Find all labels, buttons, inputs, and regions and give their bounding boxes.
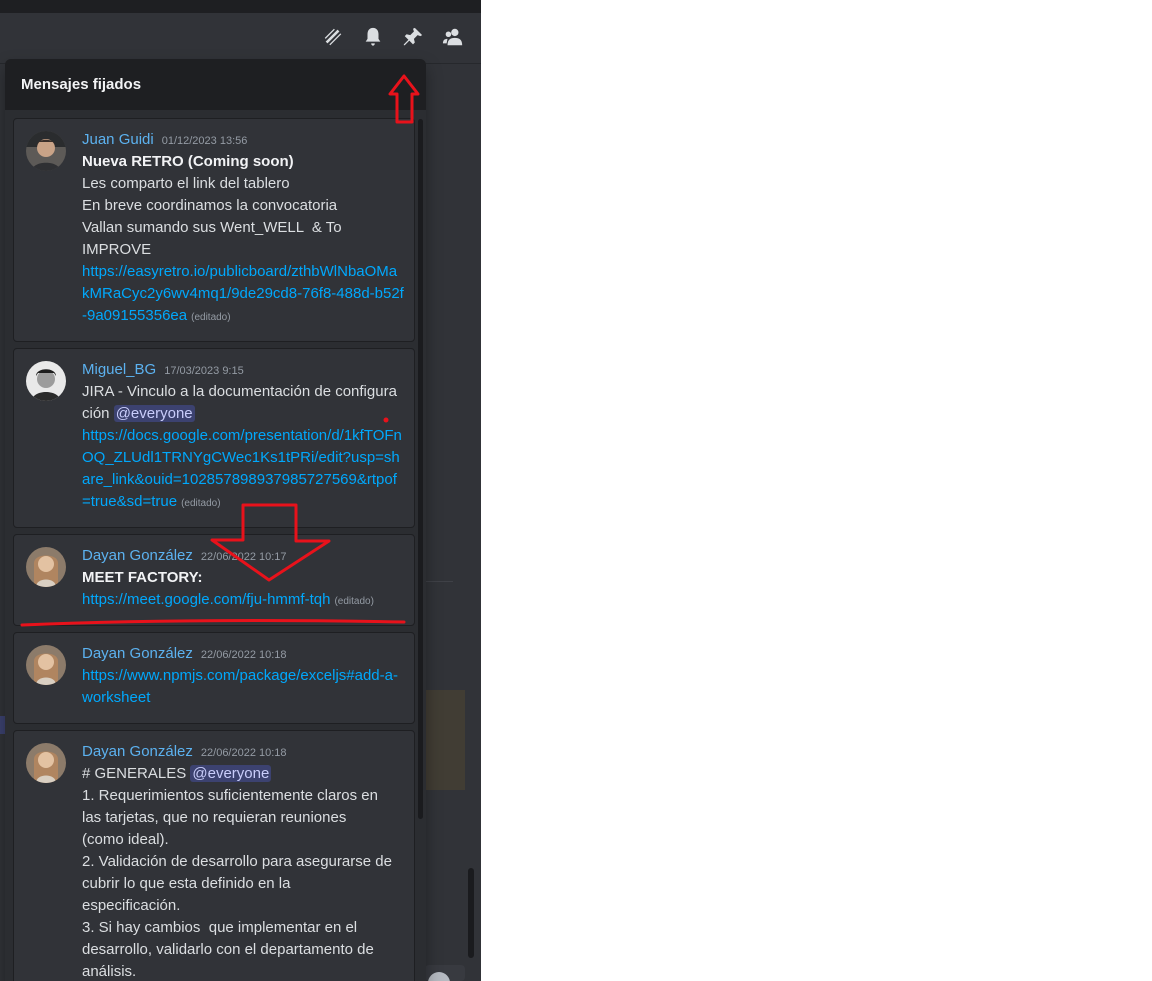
everyone-mention[interactable]: @everyone bbox=[113, 405, 195, 422]
message-link[interactable]: https://docs.google.com/presentation/d/1… bbox=[82, 427, 402, 510]
timestamp: 17/03/2023 9:15 bbox=[164, 365, 244, 377]
message-line: las tarjetas, que no requieran reuniones bbox=[82, 809, 347, 826]
message-line: (como ideal). bbox=[82, 831, 169, 848]
timestamp: 22/06/2022 10:18 bbox=[200, 649, 287, 661]
highlighted-message-bg bbox=[425, 690, 465, 790]
discord-window: Mensajes fijados Juan Guidi 01/12/2023 13… bbox=[0, 0, 481, 981]
pinned-message[interactable]: Miguel_BG 17/03/2023 9:15 JIRA - Vinculo … bbox=[13, 348, 415, 528]
pinned-message[interactable]: Dayan González 22/06/2022 10:18 # GENERAL… bbox=[13, 730, 415, 981]
message-link[interactable]: https://easyretro.io/publicboard/zthbWlN… bbox=[82, 263, 404, 324]
members-icon[interactable] bbox=[440, 24, 466, 50]
message-content: Dayan González 22/06/2022 10:18 https://w… bbox=[82, 645, 404, 709]
message-line: especificación. bbox=[82, 897, 181, 914]
edited-label: (editado) bbox=[334, 596, 374, 607]
message-line: 3. Si hay cambios que implementar en el bbox=[82, 919, 358, 936]
message-content: Miguel_BG 17/03/2023 9:15 JIRA - Vinculo … bbox=[82, 361, 404, 513]
pinned-message[interactable]: Juan Guidi 01/12/2023 13:56 Nueva RETRO (… bbox=[13, 118, 415, 342]
timestamp: 22/06/2022 10:17 bbox=[200, 551, 287, 563]
message-line: Les comparto el link del tablero bbox=[82, 175, 290, 192]
message-content: Dayan González 22/06/2022 10:17 MEET FACT… bbox=[82, 547, 404, 611]
popout-scrollbar[interactable] bbox=[418, 119, 423, 819]
chat-scrollbar[interactable] bbox=[468, 868, 474, 958]
popout-header: Mensajes fijados bbox=[5, 59, 426, 110]
author-name[interactable]: Miguel_BG bbox=[82, 361, 156, 378]
author-name[interactable]: Dayan González bbox=[82, 743, 193, 760]
edited-label: (editado) bbox=[181, 498, 221, 509]
avatar[interactable] bbox=[26, 645, 66, 685]
everyone-mention[interactable]: @everyone bbox=[190, 765, 272, 782]
message-line: En breve coordinamos la convocatoria bbox=[82, 197, 338, 214]
message-text: # GENERALES @everyone bbox=[82, 763, 404, 785]
timestamp: 22/06/2022 10:18 bbox=[200, 747, 287, 759]
author-name[interactable]: Juan Guidi bbox=[82, 131, 154, 148]
message-content: Dayan González 22/06/2022 10:18 # GENERAL… bbox=[82, 743, 404, 981]
author-name[interactable]: Dayan González bbox=[82, 645, 193, 662]
message-link[interactable]: https://www.npmjs.com/package/exceljs#ad… bbox=[82, 667, 398, 706]
message-line: 1. Requerimientos suficientemente claros… bbox=[82, 787, 378, 804]
message-line: análisis. bbox=[82, 963, 137, 980]
edited-label: (editado) bbox=[191, 312, 231, 323]
pinned-message[interactable]: Dayan González 22/06/2022 10:18 https://w… bbox=[13, 632, 415, 724]
message-line: 2. Validación de desarrollo para asegura… bbox=[82, 853, 392, 870]
chat-divider bbox=[425, 581, 453, 582]
bell-icon[interactable] bbox=[360, 24, 386, 50]
message-content: Juan Guidi 01/12/2023 13:56 Nueva RETRO (… bbox=[82, 131, 404, 327]
message-text: JIRA - Vinculo a la documentación de con… bbox=[82, 381, 404, 425]
pinned-message[interactable]: Dayan González 22/06/2022 10:17 MEET FACT… bbox=[13, 534, 415, 626]
timestamp: 01/12/2023 13:56 bbox=[161, 135, 248, 147]
message-line: Vallan sumando sus Went_WELL & To bbox=[82, 219, 342, 236]
message-line: desarrollo, validarlo con el departament… bbox=[82, 941, 374, 958]
message-link[interactable]: https://meet.google.com/fju-hmmf-tqh bbox=[82, 591, 330, 608]
threads-icon[interactable] bbox=[320, 24, 346, 50]
message-heading: # GENERALES bbox=[82, 765, 187, 782]
message-line: IMPROVE bbox=[82, 241, 152, 258]
chat-background bbox=[425, 64, 481, 981]
title-bar bbox=[0, 0, 481, 13]
avatar[interactable] bbox=[26, 131, 66, 171]
avatar[interactable] bbox=[26, 361, 66, 401]
avatar[interactable] bbox=[26, 547, 66, 587]
message-title: MEET FACTORY: bbox=[82, 569, 203, 586]
author-name[interactable]: Dayan González bbox=[82, 547, 193, 564]
pin-icon[interactable] bbox=[400, 24, 426, 50]
message-title: Nueva RETRO (Coming soon) bbox=[82, 153, 294, 170]
popout-title: Mensajes fijados bbox=[21, 76, 142, 93]
message-line: cubrir lo que esta definido en la bbox=[82, 875, 291, 892]
avatar[interactable] bbox=[26, 743, 66, 783]
